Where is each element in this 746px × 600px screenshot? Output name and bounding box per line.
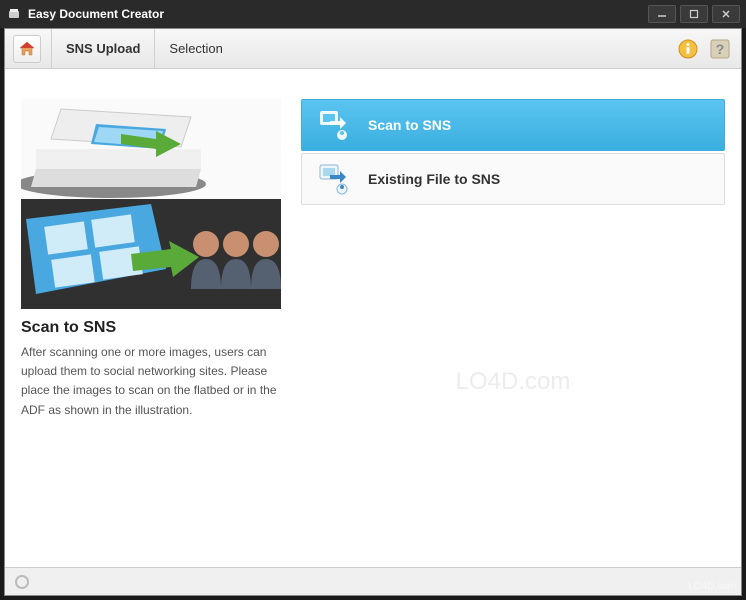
description-text: After scanning one or more images, users…	[21, 343, 281, 420]
option-existing-file-to-sns[interactable]: Existing File to SNS	[301, 153, 725, 205]
right-panel: Scan to SNS Existing File to SNS	[301, 99, 725, 557]
help-button[interactable]: ?	[707, 36, 733, 62]
close-button[interactable]	[712, 5, 740, 23]
svg-text:?: ?	[716, 41, 725, 57]
home-button[interactable]	[13, 35, 41, 63]
breadcrumb-sns-upload[interactable]: SNS Upload	[51, 29, 154, 69]
existing-file-icon	[316, 161, 352, 197]
option-label: Existing File to SNS	[368, 171, 500, 187]
titlebar: Easy Document Creator	[0, 0, 746, 28]
watermark-corner: LO4D.com	[688, 581, 736, 592]
description-title: Scan to SNS	[21, 319, 281, 337]
scanner-illustration-top	[21, 99, 281, 199]
minimize-button[interactable]	[648, 5, 676, 23]
scanner-illustration-bottom	[21, 199, 281, 309]
breadcrumb-selection: Selection	[154, 29, 236, 69]
toolbar: SNS Upload Selection ?	[5, 29, 741, 69]
window-title: Easy Document Creator	[28, 7, 648, 21]
option-scan-to-sns[interactable]: Scan to SNS	[301, 99, 725, 151]
scan-to-sns-icon	[316, 107, 352, 143]
status-indicator-icon	[15, 575, 29, 589]
statusbar	[5, 567, 741, 595]
info-button[interactable]	[675, 36, 701, 62]
left-panel: Scan to SNS After scanning one or more i…	[21, 99, 281, 557]
watermark-center: LO4D.com	[301, 207, 725, 557]
maximize-button[interactable]	[680, 5, 708, 23]
option-label: Scan to SNS	[368, 117, 451, 133]
app-icon	[6, 6, 22, 22]
